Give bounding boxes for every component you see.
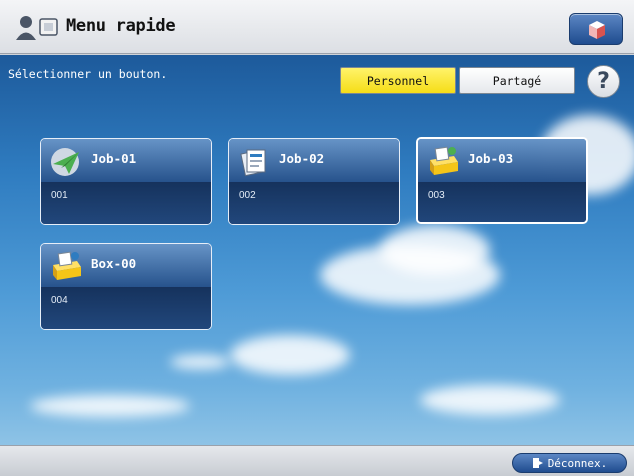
quick-button-box-00[interactable]: Box-00 004 <box>40 243 212 330</box>
home-user-icon <box>16 16 58 40</box>
tile-name: Job-01 <box>91 151 137 166</box>
help-button[interactable]: ? <box>587 65 620 98</box>
tile-footer <box>418 182 586 222</box>
logout-button[interactable]: Déconnex. <box>512 453 627 473</box>
footer-bar: Déconnex. <box>0 445 634 476</box>
tab-personnel[interactable]: Personnel <box>340 67 456 94</box>
cloud-decoration <box>420 385 560 415</box>
cloud-decoration <box>230 335 350 375</box>
tab-personnel-label: Personnel <box>366 73 430 88</box>
folder-box-icon <box>53 251 81 280</box>
paper-plane-icon <box>51 148 79 176</box>
cloud-decoration <box>30 395 190 417</box>
quick-button-job-01[interactable]: Job-01 001 <box>40 138 212 225</box>
quick-button-job-02[interactable]: Job-02 002 <box>228 138 400 225</box>
document-stack-icon <box>240 149 266 177</box>
help-icon: ? <box>597 69 610 94</box>
logout-door-icon <box>532 458 543 468</box>
tile-name: Job-03 <box>468 151 514 166</box>
tile-footer <box>229 182 399 224</box>
tile-footer <box>41 182 211 224</box>
page-title: Menu rapide <box>66 16 176 36</box>
logout-label: Déconnex. <box>547 456 608 470</box>
instruction-text: Sélectionner un bouton. <box>8 67 168 81</box>
cloud-decoration <box>380 225 490 275</box>
tile-number: 004 <box>51 295 68 306</box>
cloud-decoration <box>170 355 230 369</box>
tile-number: 002 <box>239 190 256 201</box>
top-menu-button[interactable] <box>569 13 623 45</box>
tile-number: 003 <box>428 190 445 201</box>
tile-number: 001 <box>51 190 68 201</box>
tab-partage[interactable]: Partagé <box>459 67 575 94</box>
tile-footer <box>41 287 211 329</box>
tile-name: Box-00 <box>91 256 137 271</box>
main-panel: Sélectionner un bouton. Personnel Partag… <box>0 55 634 445</box>
tile-name: Job-02 <box>279 151 325 166</box>
cube-icon <box>589 21 605 39</box>
folder-box-icon <box>430 146 458 175</box>
header-bar: Menu rapide <box>0 0 634 54</box>
quick-button-job-03[interactable]: Job-03 003 <box>416 137 588 224</box>
tab-partage-label: Partagé <box>492 73 542 88</box>
